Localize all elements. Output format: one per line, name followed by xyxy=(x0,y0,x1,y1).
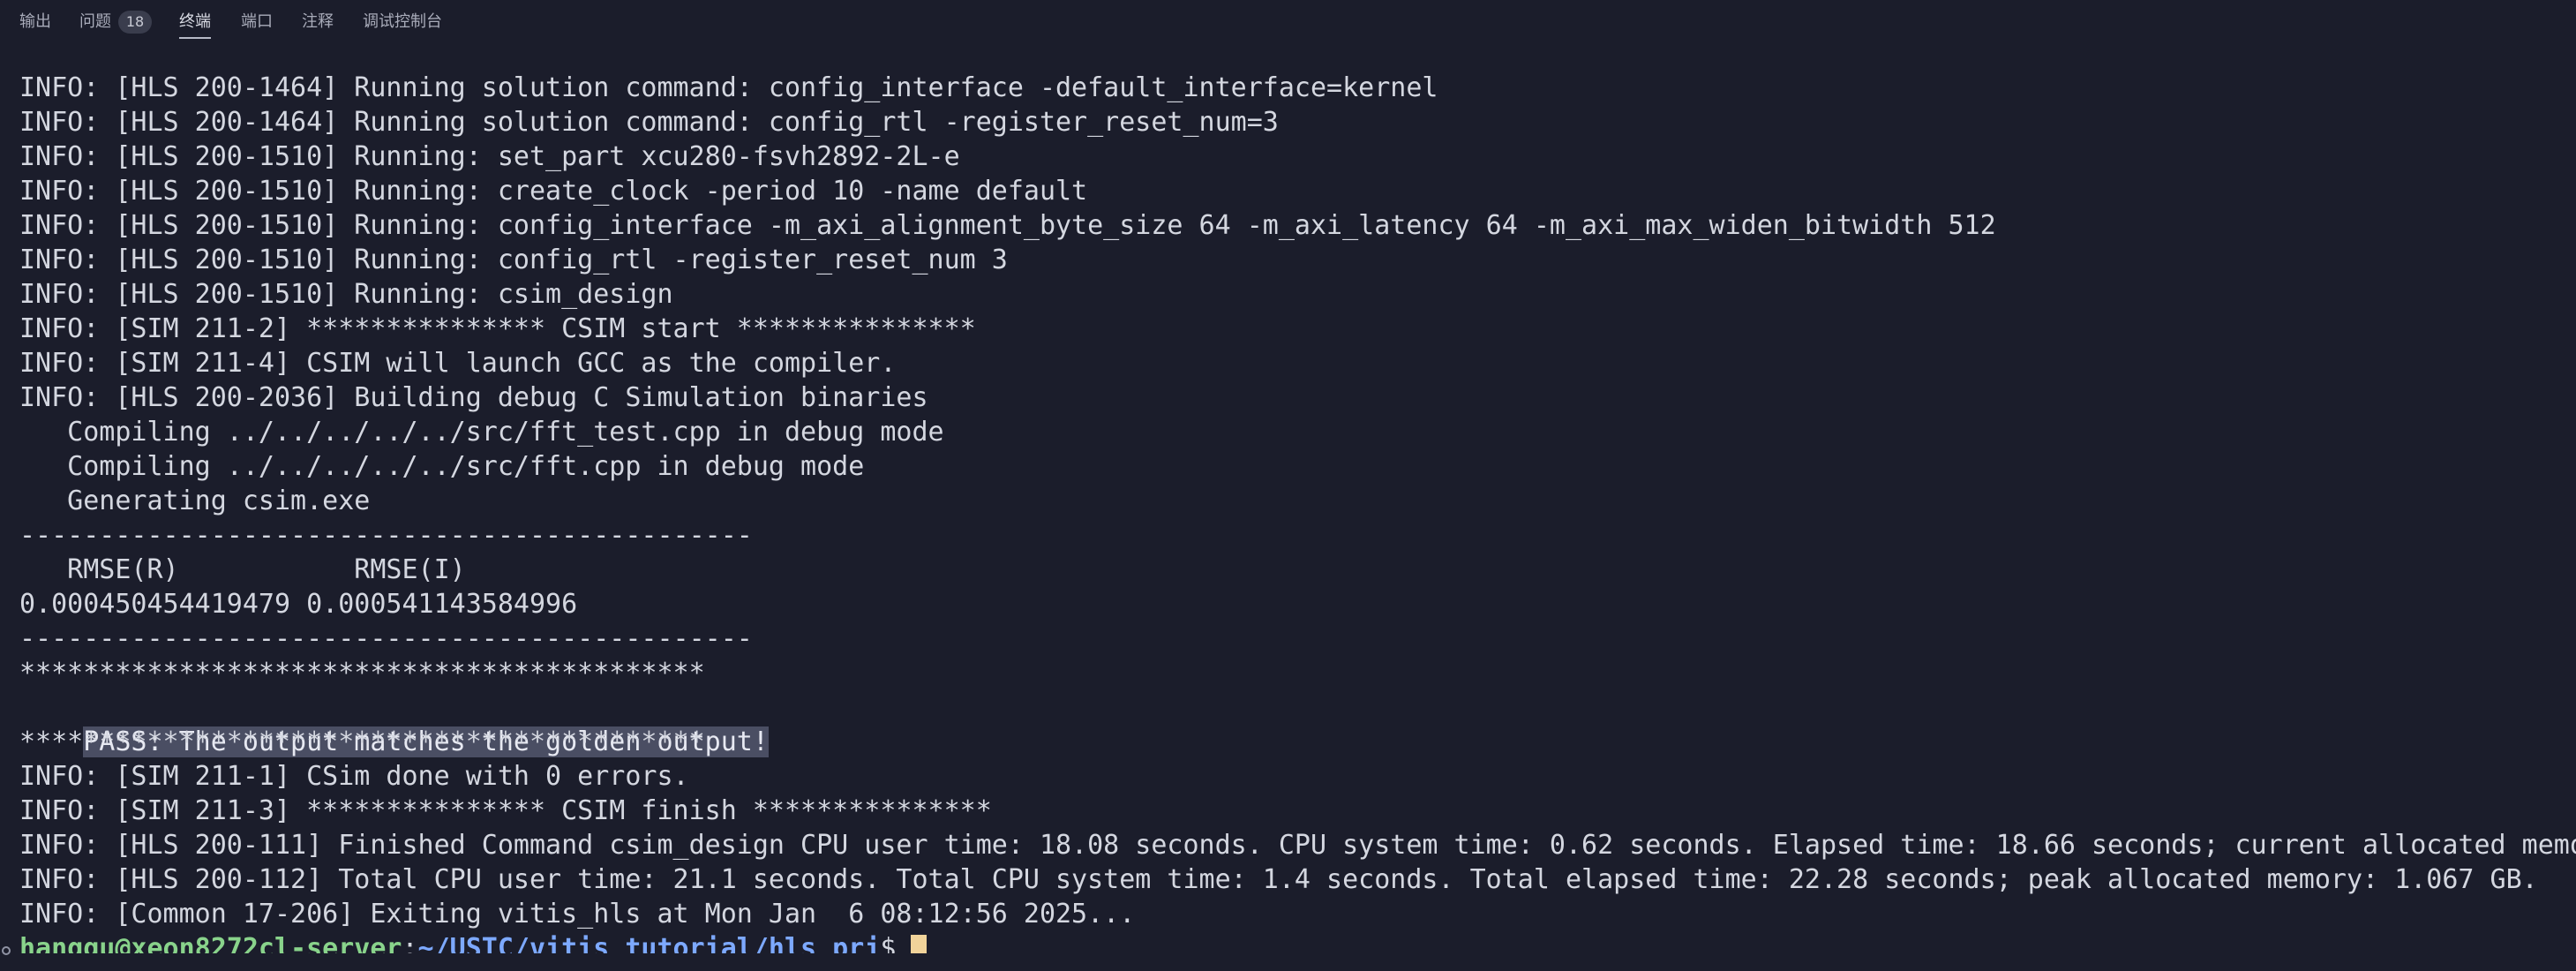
problems-count-badge: 18 xyxy=(118,11,152,34)
terminal-line: INFO: [HLS 200-1464] Running solution co… xyxy=(19,72,1438,103)
terminal-line: 0.000450454419479 0.000541143584996 xyxy=(19,589,578,620)
tab-comments[interactable]: 注释 xyxy=(302,11,334,37)
terminal-line: INFO: [HLS 200-112] Total CPU user time:… xyxy=(19,864,2538,895)
terminal-line: INFO: [SIM 211-1] CSim done with 0 error… xyxy=(19,761,689,792)
terminal-line: PASS: The output matches the golden outp… xyxy=(19,690,2576,757)
terminal-line: INFO: [SIM 211-4] CSIM will launch GCC a… xyxy=(19,348,897,379)
terminal-line: INFO: [SIM 211-3] *************** CSIM f… xyxy=(19,795,992,826)
terminal-line: INFO: [HLS 200-111] Finished Command csi… xyxy=(19,830,2576,861)
terminal-line: INFO: [HLS 200-1510] Running: config_int… xyxy=(19,210,1996,241)
terminal-line: INFO: [HLS 200-1464] Running solution co… xyxy=(19,107,1279,138)
terminal-line: ****************************************… xyxy=(19,658,705,689)
prompt-symbol: $ xyxy=(880,933,897,953)
terminal-line: INFO: [Common 17-206] Exiting vitis_hls … xyxy=(19,899,1136,930)
prompt-user-host: hanggu@xeon8272cl-server xyxy=(19,933,402,953)
terminal-line: ****************************************… xyxy=(19,726,705,757)
terminal-line: Compiling ../../../../../src/fft.cpp in … xyxy=(19,451,865,482)
terminal-line: RMSE(R) RMSE(I) xyxy=(19,554,466,585)
command-decoration-icon xyxy=(2,946,11,955)
terminal-line: INFO: [HLS 200-1510] Running: config_rtl… xyxy=(19,245,1008,275)
terminal-line: INFO: [HLS 200-1510] Running: csim_desig… xyxy=(19,279,673,310)
terminal-panel-tabs: 输出 问题 18 终端 端口 注释 调试控制台 xyxy=(0,0,2576,44)
prompt-separator: : xyxy=(402,933,418,953)
tab-terminal[interactable]: 终端 xyxy=(179,11,211,39)
terminal-line: ----------------------------------------… xyxy=(19,623,753,654)
terminal-line: Generating csim.exe xyxy=(19,486,371,516)
terminal-line: INFO: [SIM 211-2] *************** CSIM s… xyxy=(19,313,976,344)
terminal-cursor[interactable] xyxy=(911,935,928,953)
terminal-line: INFO: [HLS 200-1510] Running: set_part x… xyxy=(19,141,960,172)
terminal-line: INFO: [HLS 200-1510] Running: create_clo… xyxy=(19,176,1088,207)
terminal-line: ----------------------------------------… xyxy=(19,520,753,551)
prompt-path: ~/USTC/vitis_tutorial/hls_prj xyxy=(417,933,881,953)
tab-output[interactable]: 输出 xyxy=(19,11,51,37)
tab-problems[interactable]: 问题 xyxy=(79,11,111,37)
terminal-line: Compiling ../../../../../src/fft_test.cp… xyxy=(19,417,944,448)
tab-ports[interactable]: 端口 xyxy=(241,11,273,37)
terminal-prompt[interactable]: hanggu@xeon8272cl-server: ~/USTC/vitis_tu… xyxy=(19,931,2576,953)
tab-debug-console[interactable]: 调试控制台 xyxy=(363,11,442,37)
terminal-line: INFO: [HLS 200-2036] Building debug C Si… xyxy=(19,382,928,413)
terminal-output[interactable]: INFO: [HLS 200-1464] Running solution co… xyxy=(19,71,2576,953)
